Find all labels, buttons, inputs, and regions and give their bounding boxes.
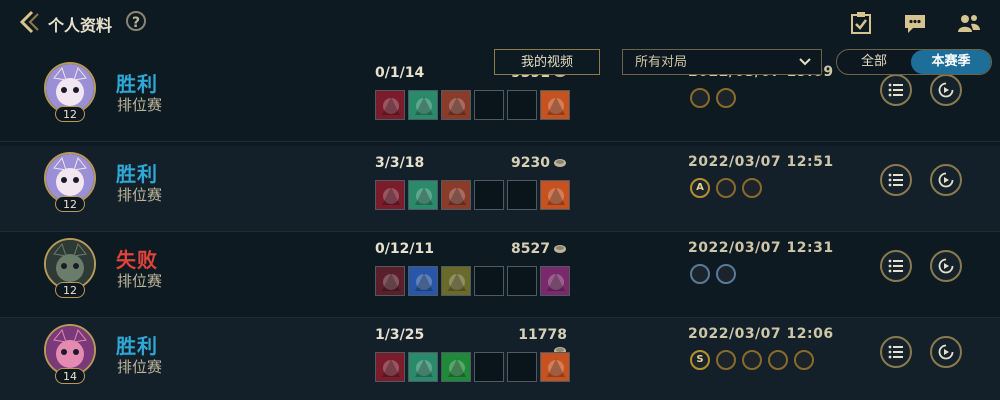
empty-item-slot[interactable]: [507, 180, 537, 210]
gold-coin-icon: [554, 245, 566, 253]
match-replay-button[interactable]: [930, 336, 962, 368]
gold-amount: 8527: [503, 241, 567, 257]
replay-icon: [938, 258, 954, 274]
gold-coin-icon: [554, 159, 566, 167]
achievement-badge-icon: [690, 264, 710, 284]
match-details-button[interactable]: [880, 250, 912, 282]
achievement-badge-icon: [794, 350, 814, 370]
gold-amount: 9230: [503, 155, 567, 171]
filter-bar: 我的视频 所有对局 全部 本赛季: [0, 49, 1000, 79]
match-type-select-value: 所有对局: [635, 55, 688, 70]
row-divider: [0, 141, 1000, 142]
list-icon: [888, 83, 903, 97]
list-icon: [888, 345, 903, 359]
empty-item-slot[interactable]: [474, 266, 504, 296]
replay-icon: [938, 82, 954, 98]
champion-avatar: 14: [44, 324, 98, 386]
achievement-badge-icon: S: [690, 350, 710, 370]
achievement-badge-icon: [716, 350, 736, 370]
champion-level: 14: [55, 368, 85, 384]
match-row[interactable]: 14 胜利 排位赛 1/3/25 11778 2022/03/07 12:06 …: [0, 318, 1000, 400]
item-slot[interactable]: [441, 180, 471, 210]
champion-avatar: 12: [44, 238, 98, 300]
chat-icon[interactable]: [902, 10, 928, 36]
item-slot[interactable]: [375, 352, 405, 382]
empty-item-slot[interactable]: [507, 90, 537, 120]
gold-value: 8527: [511, 241, 550, 257]
achievement-badge-icon: [716, 178, 736, 198]
empty-item-slot[interactable]: [474, 90, 504, 120]
match-result: 胜利: [116, 162, 158, 186]
match-details-button[interactable]: [880, 336, 912, 368]
kda-stat: 1/3/25: [375, 327, 425, 343]
game-mode: 排位赛: [117, 186, 163, 204]
item-slot[interactable]: [375, 90, 405, 120]
game-mode: 排位赛: [117, 96, 163, 114]
item-slot[interactable]: [441, 90, 471, 120]
item-slot[interactable]: [375, 180, 405, 210]
item-slot[interactable]: [375, 266, 405, 296]
tab-this-season[interactable]: 本赛季: [911, 50, 991, 74]
item-slot[interactable]: [408, 90, 438, 120]
kda-stat: 0/12/11: [375, 241, 434, 257]
my-videos-button[interactable]: 我的视频: [494, 49, 600, 75]
season-toggle: 全部 本赛季: [836, 49, 992, 75]
achievement-badge-icon: [742, 178, 762, 198]
match-list: 12 胜利 排位赛 0/1/14 9591 2022/03/07 19:09: [0, 58, 1000, 400]
match-result: 失败: [116, 248, 158, 272]
match-replay-button[interactable]: [930, 250, 962, 282]
match-replay-button[interactable]: [930, 164, 962, 196]
match-result: 胜利: [116, 334, 158, 358]
achievement-badge-icon: [690, 88, 710, 108]
champion-avatar: 12: [44, 152, 98, 214]
champion-level: 12: [55, 196, 85, 212]
clipboard-check-icon[interactable]: [848, 10, 874, 36]
item-slot[interactable]: [408, 180, 438, 210]
tab-all[interactable]: 全部: [837, 50, 911, 74]
page-title: 个人资料: [48, 16, 113, 35]
item-slot[interactable]: [540, 180, 570, 210]
item-slot[interactable]: [408, 352, 438, 382]
kda-stat: 3/3/18: [375, 155, 425, 171]
achievement-badge-icon: [742, 350, 762, 370]
replay-icon: [938, 172, 954, 188]
achievement-badge-icon: A: [690, 178, 710, 198]
item-slot[interactable]: [540, 266, 570, 296]
item-slot[interactable]: [441, 266, 471, 296]
top-bar: 个人资料 ?: [0, 0, 1000, 44]
help-icon[interactable]: ?: [126, 11, 146, 31]
game-mode: 排位赛: [117, 272, 163, 290]
empty-item-slot[interactable]: [507, 352, 537, 382]
match-row[interactable]: 12 失败 排位赛 0/12/11 8527 2022/03/07 12:31: [0, 232, 1000, 318]
match-datetime: 2022/03/07 12:06: [688, 326, 834, 342]
match-row[interactable]: 12 胜利 排位赛 3/3/18 9230 2022/03/07 12:51 A: [0, 146, 1000, 232]
gold-value: 9230: [511, 155, 550, 171]
item-slot[interactable]: [540, 352, 570, 382]
item-slot[interactable]: [408, 266, 438, 296]
back-chevron-icon[interactable]: [14, 8, 42, 36]
achievement-badge-icon: [716, 264, 736, 284]
chevron-down-icon: [799, 58, 811, 66]
empty-item-slot[interactable]: [474, 352, 504, 382]
item-slot[interactable]: [540, 90, 570, 120]
empty-item-slot[interactable]: [474, 180, 504, 210]
empty-item-slot[interactable]: [507, 266, 537, 296]
replay-icon: [938, 344, 954, 360]
match-datetime: 2022/03/07 12:31: [688, 240, 834, 256]
list-icon: [888, 173, 903, 187]
match-details-button[interactable]: [880, 164, 912, 196]
match-datetime: 2022/03/07 12:51: [688, 154, 834, 170]
match-type-select[interactable]: 所有对局: [622, 49, 822, 75]
achievement-badge-icon: [716, 88, 736, 108]
gold-value: 11778: [518, 327, 567, 343]
item-slot[interactable]: [441, 352, 471, 382]
game-mode: 排位赛: [117, 358, 163, 376]
champion-level: 12: [55, 106, 85, 122]
friends-icon[interactable]: [956, 10, 982, 36]
list-icon: [888, 259, 903, 273]
achievement-badge-icon: [768, 350, 788, 370]
champion-level: 12: [55, 282, 85, 298]
